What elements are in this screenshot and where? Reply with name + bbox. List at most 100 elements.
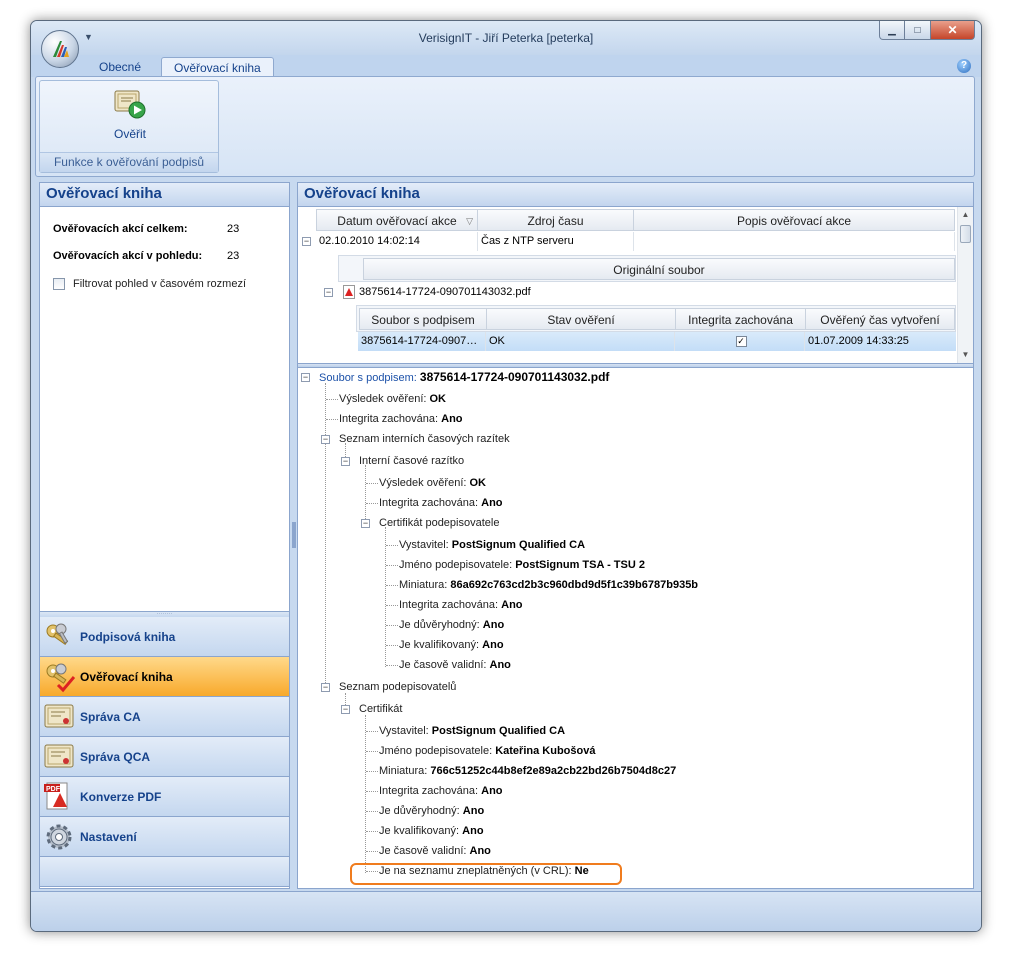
tree-internal-list[interactable]: Seznam interních časových razítek <box>339 431 510 447</box>
table-row[interactable]: 02.10.2010 14:02:14 Čas z NTP serveru <box>316 232 955 251</box>
col-overeny-cas[interactable]: Ověřený čas vytvoření <box>806 308 955 330</box>
tsa-trusted-value: Ano <box>482 619 505 631</box>
status-bar <box>31 891 981 931</box>
orig-file-header-band: Originální soubor <box>338 255 956 282</box>
col-soubor-s-podpisem[interactable]: Soubor s podpisem <box>359 308 487 330</box>
tree-integrity[interactable]: Integrita zachována: Ano <box>339 411 463 427</box>
row-expander[interactable]: − <box>302 237 311 246</box>
nav-nastaveni[interactable]: Nastavení <box>40 817 289 857</box>
col-popis[interactable]: Popis ověřovací akce <box>634 209 955 231</box>
stat-total-label: Ověřovacích akcí celkem: <box>53 223 188 235</box>
signer-cert-label: Certifikát podepisovatele <box>379 517 500 529</box>
nav-overovaci-kniha[interactable]: Ověřovací kniha <box>40 657 289 697</box>
tree-collapse-internal-stamp[interactable]: − <box>341 457 350 466</box>
sig-file-row[interactable]: 3875614-17724-0907… OK ✓ 01.07.2009 14:3… <box>358 332 956 351</box>
verify-button[interactable]: Ověřit <box>95 87 165 145</box>
tree-tsa-qualified[interactable]: Je kvalifikovaný: Ano <box>399 637 504 653</box>
nav-podpisova-kniha[interactable]: Podpisová kniha <box>40 617 289 657</box>
tree-signer-name[interactable]: Jméno podepisovatele: Kateřina Kubošová <box>379 743 595 759</box>
tree-tsa-issuer[interactable]: Vystavitel: PostSignum Qualified CA <box>399 537 585 553</box>
window-controls: ▁ □ ✕ <box>879 21 975 41</box>
nav-label: Správa CA <box>80 710 141 724</box>
col-stav-overeni[interactable]: Stav ověření <box>487 308 676 330</box>
tree-result[interactable]: Výsledek ověření: OK <box>339 391 446 407</box>
tree-tsa-valid[interactable]: Je časově validní: Ano <box>399 657 511 673</box>
ribbon-group-verify: Ověřit Funkce k ověřování podpisů <box>39 80 219 173</box>
col-datum-label: Datum ověřovací akce <box>337 214 457 228</box>
tree-collapse-internal-list[interactable]: − <box>321 435 330 444</box>
filter-time-range[interactable]: Filtrovat pohled v časovém rozmezí <box>53 278 246 290</box>
tree-signers-list[interactable]: Seznam podepisovatelů <box>339 679 456 695</box>
signer-qualified-value: Ano <box>462 825 484 837</box>
tree-tsa-name[interactable]: Jméno podepisovatele: PostSignum TSA - T… <box>399 557 645 573</box>
sig-file-header-band: Soubor s podpisem Stav ověření Integrita… <box>356 305 956 332</box>
nav-sprava-ca[interactable]: Správa CA <box>40 697 289 737</box>
verify-button-label: Ověřit <box>113 127 146 141</box>
nav-sprava-qca[interactable]: Správa QCA <box>40 737 289 777</box>
tree-certificate[interactable]: Certifikát <box>359 701 402 717</box>
signer-valid-label: Je časově validní: <box>379 845 467 857</box>
internal-stamp-label: Interní časové razítko <box>359 455 465 467</box>
window-title: VerisignIT - Jiří Peterka [peterka] <box>418 31 594 45</box>
splitter-grip[interactable] <box>292 522 296 548</box>
grid-scrollbar[interactable]: ▲ ▼ <box>957 207 973 363</box>
tree-signer-issuer[interactable]: Vystavitel: PostSignum Qualified CA <box>379 723 565 739</box>
verification-grid: Datum ověřovací akce ▽ Zdroj času Popis … <box>298 207 973 363</box>
tsa-name-value: PostSignum TSA - TSU 2 <box>515 559 645 571</box>
cell-integrity: ✓ <box>675 332 805 351</box>
tree-tsa-thumb[interactable]: Miniatura: 86a692c763cd2b3c960dbd9d5f1c3… <box>399 577 698 593</box>
tree-collapse-signers[interactable]: − <box>321 683 330 692</box>
cell-source: Čas z NTP serveru <box>478 232 634 251</box>
signer-name-value: Kateřina Kubošová <box>495 745 596 757</box>
grid-header: Datum ověřovací akce ▽ Zdroj času Popis … <box>316 209 955 231</box>
horizontal-splitter[interactable] <box>298 363 973 368</box>
tree-internal-stamp[interactable]: Interní časové razítko <box>359 453 464 469</box>
application-menu-button[interactable] <box>41 30 79 68</box>
orig-file-expander[interactable]: − <box>324 288 333 297</box>
filter-checkbox[interactable] <box>53 278 65 290</box>
cell-sig-file: 3875614-17724-0907… <box>358 332 486 351</box>
tree-collapse-signer-cert[interactable]: − <box>361 519 370 528</box>
signer-thumb-value: 766c51252c44b8ef2e89a2cb22bd26b7504d8c27 <box>430 765 677 777</box>
help-icon[interactable]: ? <box>957 59 971 73</box>
col-integrita[interactable]: Integrita zachována <box>676 308 806 330</box>
nav-konverze-pdf[interactable]: PDF Konverze PDF <box>40 777 289 817</box>
tab-overovaci-kniha[interactable]: Ověřovací kniha <box>161 57 274 78</box>
tsa-trusted-label: Je důvěryhodný: <box>399 619 480 631</box>
tree-signer-qualified[interactable]: Je kvalifikovaný: Ano <box>379 823 484 839</box>
integrity-value: Ano <box>441 413 463 425</box>
nav-label: Podpisová kniha <box>80 630 176 644</box>
col-originalni-soubor[interactable]: Originální soubor <box>363 258 955 280</box>
tree-tsa-integrity[interactable]: Integrita zachována: Ano <box>399 597 523 613</box>
tree-collapse-certificate[interactable]: − <box>341 705 350 714</box>
tree-signer-integrity[interactable]: Integrita zachována: Ano <box>379 783 503 799</box>
tree-stamp-result[interactable]: Výsledek ověření: OK <box>379 475 486 491</box>
integrity-checkbox-icon[interactable]: ✓ <box>735 336 747 347</box>
close-button[interactable]: ✕ <box>931 21 975 40</box>
right-pane-title: Ověřovací kniha <box>298 183 973 207</box>
scroll-down-icon[interactable]: ▼ <box>958 347 973 363</box>
orig-file-row[interactable]: 3875614-17724-090701143032.pdf <box>340 283 640 302</box>
tree-signer-cert[interactable]: Certifikát podepisovatele <box>379 515 499 531</box>
ribbon-group-caption: Funkce k ověřování podpisů <box>40 152 218 172</box>
col-zdroj[interactable]: Zdroj času <box>478 209 634 231</box>
signer-name-label: Jméno podepisovatele: <box>379 745 493 757</box>
nav-label: Nastavení <box>80 830 137 844</box>
scroll-thumb[interactable] <box>960 225 971 243</box>
tree-root[interactable]: Soubor s podpisem: 3875614-17724-0907011… <box>319 369 609 385</box>
tsa-issuer-label: Vystavitel: <box>399 539 449 551</box>
tab-obecne[interactable]: Obecné <box>87 57 153 78</box>
stat-total-value: 23 <box>227 223 240 235</box>
tree-tsa-trusted[interactable]: Je důvěryhodný: Ano <box>399 617 504 633</box>
col-datum[interactable]: Datum ověřovací akce ▽ <box>316 209 478 231</box>
tree-collapse-root[interactable]: − <box>301 373 310 382</box>
maximize-button[interactable]: □ <box>905 21 931 40</box>
tree-signer-valid[interactable]: Je časově validní: Ano <box>379 843 491 859</box>
nav-overflow-area <box>40 857 289 887</box>
scroll-up-icon[interactable]: ▲ <box>958 207 973 223</box>
tree-signer-thumb[interactable]: Miniatura: 766c51252c44b8ef2e89a2cb22bd2… <box>379 763 676 779</box>
tree-signer-trusted[interactable]: Je důvěryhodný: Ano <box>379 803 484 819</box>
tree-stamp-integrity[interactable]: Integrita zachována: Ano <box>379 495 503 511</box>
minimize-button[interactable]: ▁ <box>879 21 905 40</box>
signer-integrity-value: Ano <box>481 785 503 797</box>
